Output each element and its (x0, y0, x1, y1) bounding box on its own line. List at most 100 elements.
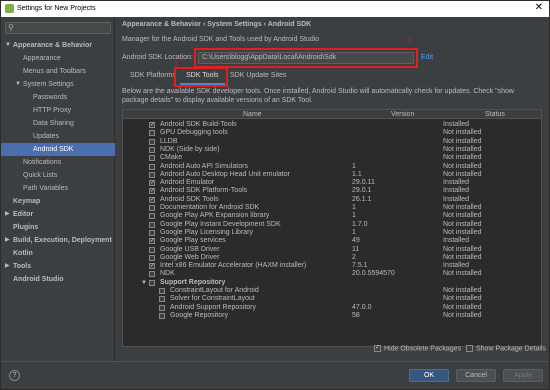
row-status: Not installed (443, 228, 482, 236)
row-checkbox[interactable] (149, 130, 155, 137)
sidebar-item[interactable]: Quick Lists (1, 169, 115, 182)
row-checkbox[interactable] (149, 155, 155, 162)
sidebar-item[interactable]: ▶ Build, Execution, Deployment (1, 234, 115, 247)
row-checkbox[interactable]: ✓ (149, 188, 155, 195)
sdk-location-field[interactable]: C:\Users\blogg\AppData\Local\Android\Sdk (198, 52, 414, 64)
sidebar-item[interactable]: Android SDK (1, 143, 115, 156)
expand-arrow-icon[interactable]: ▼ (141, 279, 147, 287)
sidebar-item[interactable]: Passwords (1, 91, 115, 104)
help-button[interactable]: ? (9, 370, 20, 381)
edit-sdk-location-link[interactable]: Edit (421, 54, 433, 61)
sidebar-item[interactable]: Data Sharing (1, 117, 115, 130)
close-icon[interactable]: ✕ (535, 2, 543, 13)
table-row[interactable]: Documentation for Android SDK 1 Not instal… (123, 204, 541, 212)
table-group-row[interactable]: ▼ Support Repository (123, 279, 541, 287)
row-name: Google Play Licensing Library (160, 228, 253, 236)
column-header-status[interactable]: Status (485, 111, 505, 118)
sidebar-item-label: Tools (13, 263, 32, 270)
collapse-arrow-icon[interactable]: ▶ (5, 234, 10, 247)
table-row[interactable]: GPU Debugging tools Not installed (123, 129, 541, 137)
row-checkbox[interactable] (149, 205, 155, 211)
table-row[interactable]: ✓ Android SDK Tools 26.1.1 Installed (123, 196, 541, 204)
expand-arrow-icon[interactable]: ▼ (15, 78, 21, 91)
sidebar-item[interactable]: ▼ System Settings (1, 78, 115, 91)
sidebar-item[interactable]: Path Variables (1, 182, 115, 195)
sidebar-item[interactable]: Kotlin (1, 247, 115, 260)
row-checkbox[interactable] (149, 138, 155, 145)
row-checkbox[interactable] (149, 229, 155, 236)
table-row[interactable]: ✓ Android SDK Build-Tools Installed (123, 121, 541, 129)
row-checkbox[interactable] (149, 163, 155, 170)
row-checkbox[interactable]: ✓ (149, 122, 155, 128)
row-checkbox[interactable] (149, 221, 155, 228)
row-checkbox[interactable]: ✓ (149, 180, 155, 187)
sidebar-item[interactable]: ▶ Tools (1, 260, 115, 273)
tab-sdk-update-sites[interactable]: SDK Update Sites (224, 69, 292, 85)
table-row[interactable]: Google Repository 58 Not installed (123, 311, 541, 320)
sidebar-item-label: Android SDK (33, 146, 74, 153)
row-checkbox[interactable] (159, 288, 165, 294)
row-checkbox[interactable] (149, 279, 155, 286)
column-header-name[interactable]: Name (243, 111, 262, 118)
hide-obsolete-checkbox[interactable]: ✓ (374, 345, 381, 352)
table-row[interactable]: ✓ Google Play services 49 Installed (123, 237, 541, 245)
apply-button[interactable]: Apply (503, 369, 543, 382)
row-checkbox[interactable]: ✓ (149, 196, 155, 203)
row-status: Not installed (443, 154, 482, 162)
sidebar-item-label: HTTP Proxy (33, 107, 71, 114)
breadcrumb: Appearance & Behavior › System Settings … (122, 21, 311, 28)
sidebar-item[interactable]: Appearance (1, 52, 115, 65)
column-header-version[interactable]: Version (391, 111, 414, 118)
row-checkbox[interactable]: ✓ (149, 263, 155, 270)
table-row[interactable]: Google Play APK Expansion library 1 Not in… (123, 212, 541, 220)
row-status: Installed (443, 237, 470, 245)
row-checkbox[interactable] (149, 271, 155, 278)
table-row[interactable]: NDK (Side by side) Not installed (123, 146, 541, 154)
row-checkbox[interactable] (149, 246, 155, 253)
show-details-option[interactable]: Show Package Details (466, 345, 546, 352)
row-checkbox[interactable] (149, 213, 155, 220)
row-checkbox[interactable] (149, 254, 155, 261)
sidebar-item[interactable]: Keymap (1, 195, 115, 208)
table-row[interactable]: Android Auto Desktop Head Unit emulator 1… (123, 171, 541, 179)
sidebar-item[interactable]: Android Studio (1, 273, 115, 286)
sidebar-item[interactable]: ▼ Appearance & Behavior (1, 39, 115, 52)
table-row[interactable]: ✓ Intel x86 Emulator Accelerator (HAXM in… (123, 262, 541, 270)
collapse-arrow-icon[interactable]: ▶ (5, 208, 10, 221)
show-details-checkbox[interactable] (466, 345, 473, 352)
show-details-label: Show Package Details (476, 345, 547, 353)
row-version: 58 (352, 311, 360, 319)
sidebar-item[interactable]: HTTP Proxy (1, 104, 115, 117)
sidebar-item[interactable]: ▶ Editor (1, 208, 115, 221)
table-row[interactable]: Android Support Repository 47.0.0 Not inst… (123, 304, 541, 312)
table-row[interactable]: Android Auto API Simulators 1 Not installe… (123, 163, 541, 171)
table-row[interactable]: CMake Not installed (123, 154, 541, 162)
row-checkbox[interactable]: ✓ (149, 238, 155, 245)
table-row[interactable]: Google Web Driver 2 Not installed (123, 254, 541, 262)
row-checkbox[interactable] (159, 296, 165, 303)
hide-obsolete-option[interactable]: ✓ Hide Obsolete Packages (374, 345, 461, 352)
sidebar-item[interactable]: Plugins (1, 221, 115, 234)
table-row[interactable]: Solver for ConstraintLayout Not installed (123, 295, 541, 303)
expand-arrow-icon[interactable]: ▼ (5, 39, 11, 52)
table-row[interactable]: Google USB Driver 11 Not installed (123, 246, 541, 254)
table-row[interactable]: ConstraintLayout for Android Not installe… (123, 287, 541, 295)
table-row[interactable]: ✓ Android SDK Platform-Tools 29.0.1 Install… (123, 187, 541, 195)
row-version: 20.0.5594570 (352, 270, 395, 278)
row-checkbox[interactable] (149, 171, 155, 178)
sidebar-item[interactable]: Notifications (1, 156, 115, 169)
ok-button[interactable]: OK (409, 369, 449, 382)
cancel-button[interactable]: Cancel (456, 369, 496, 382)
row-checkbox[interactable] (149, 146, 155, 153)
collapse-arrow-icon[interactable]: ▶ (5, 260, 10, 273)
row-checkbox[interactable] (159, 304, 165, 311)
table-row[interactable]: Google Play Licensing Library 1 Not instal… (123, 228, 541, 237)
settings-search-input[interactable]: ⚲ (5, 22, 111, 34)
sidebar-item[interactable]: Menus and Toolbars (1, 65, 115, 78)
table-row[interactable]: NDK 20.0.5594570 Not installed (123, 270, 541, 278)
row-checkbox[interactable] (159, 312, 165, 319)
sidebar-item[interactable]: Updates (1, 130, 115, 143)
table-row[interactable]: ✓ Android Emulator 29.0.11 Installed (123, 179, 541, 187)
table-row[interactable]: LLDB Not installed (123, 138, 541, 146)
table-row[interactable]: Google Play Instant Development SDK 1.7.0… (123, 221, 541, 229)
